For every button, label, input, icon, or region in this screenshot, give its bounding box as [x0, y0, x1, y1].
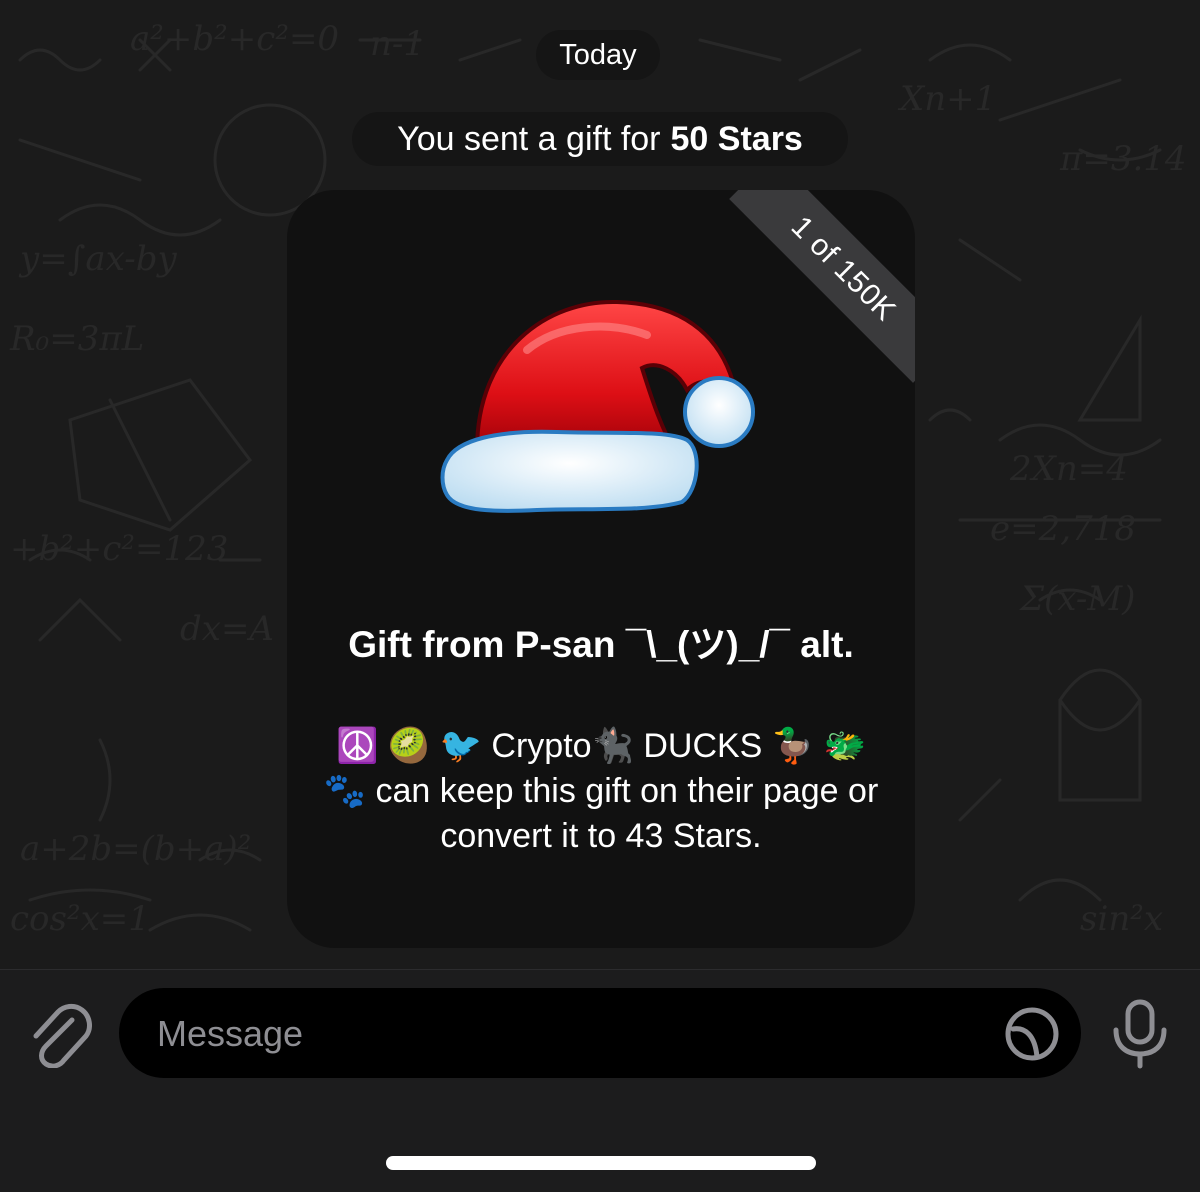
ribbon-label: 1 of 150K	[784, 209, 903, 328]
composer-bar	[0, 969, 1200, 1192]
svg-text:Xn+1: Xn+1	[897, 79, 996, 119]
svg-text:R₀=3πL: R₀=3πL	[9, 319, 144, 359]
date-label: Today	[559, 38, 637, 71]
chat-background: a²+b²+c²=0 n-1 Xn+1 π=3.14 y=∫ax-by R₀=3…	[0, 0, 1200, 969]
date-separator: Today	[536, 30, 660, 80]
santa-hat-icon	[440, 299, 755, 513]
sticker-icon[interactable]	[1003, 1005, 1061, 1063]
svg-text:a²+b²+c²=0: a²+b²+c²=0	[130, 19, 339, 59]
message-input[interactable]	[155, 988, 979, 1080]
svg-text:2Xn=4: 2Xn=4	[1009, 449, 1128, 489]
svg-text:+b²+c²=123: +b²+c²=123	[10, 529, 228, 569]
svg-text:a+2b=(b+a)²: a+2b=(b+a)²	[20, 829, 251, 869]
svg-text:Σ(x-M): Σ(x-M)	[1018, 579, 1135, 619]
paperclip-icon[interactable]	[28, 1002, 92, 1068]
svg-text:n-1: n-1	[370, 24, 425, 64]
svg-text:e=2,718: e=2,718	[990, 509, 1136, 549]
service-message-text: You sent a gift for	[397, 119, 661, 158]
service-message-amount: 50 Stars	[670, 119, 803, 158]
svg-text:cos²x=1: cos²x=1	[10, 899, 150, 939]
home-indicator	[386, 1156, 816, 1170]
message-box[interactable]	[119, 988, 1081, 1080]
svg-text:sin²x: sin²x	[1080, 899, 1163, 939]
gift-service-message: You sent a gift for 50 Stars	[352, 112, 848, 166]
gift-description: ☮️ 🥝 🐦 Crypto🐈‍⬛ DUCKS 🦆 🐲 🐾 can keep th…	[323, 727, 879, 855]
gift-card[interactable]: 1 of 150K Gift from P-san ¯\_(ツ)_/¯ alt.…	[287, 190, 915, 948]
svg-text:π=3.14: π=3.14	[1059, 139, 1187, 179]
svg-text:dx=A: dx=A	[180, 609, 274, 649]
gift-title: Gift from P-san ¯\_(ツ)_/¯ alt.	[348, 624, 854, 665]
svg-text:y=∫ax-by: y=∫ax-by	[18, 239, 178, 279]
microphone-icon[interactable]	[1110, 998, 1170, 1070]
